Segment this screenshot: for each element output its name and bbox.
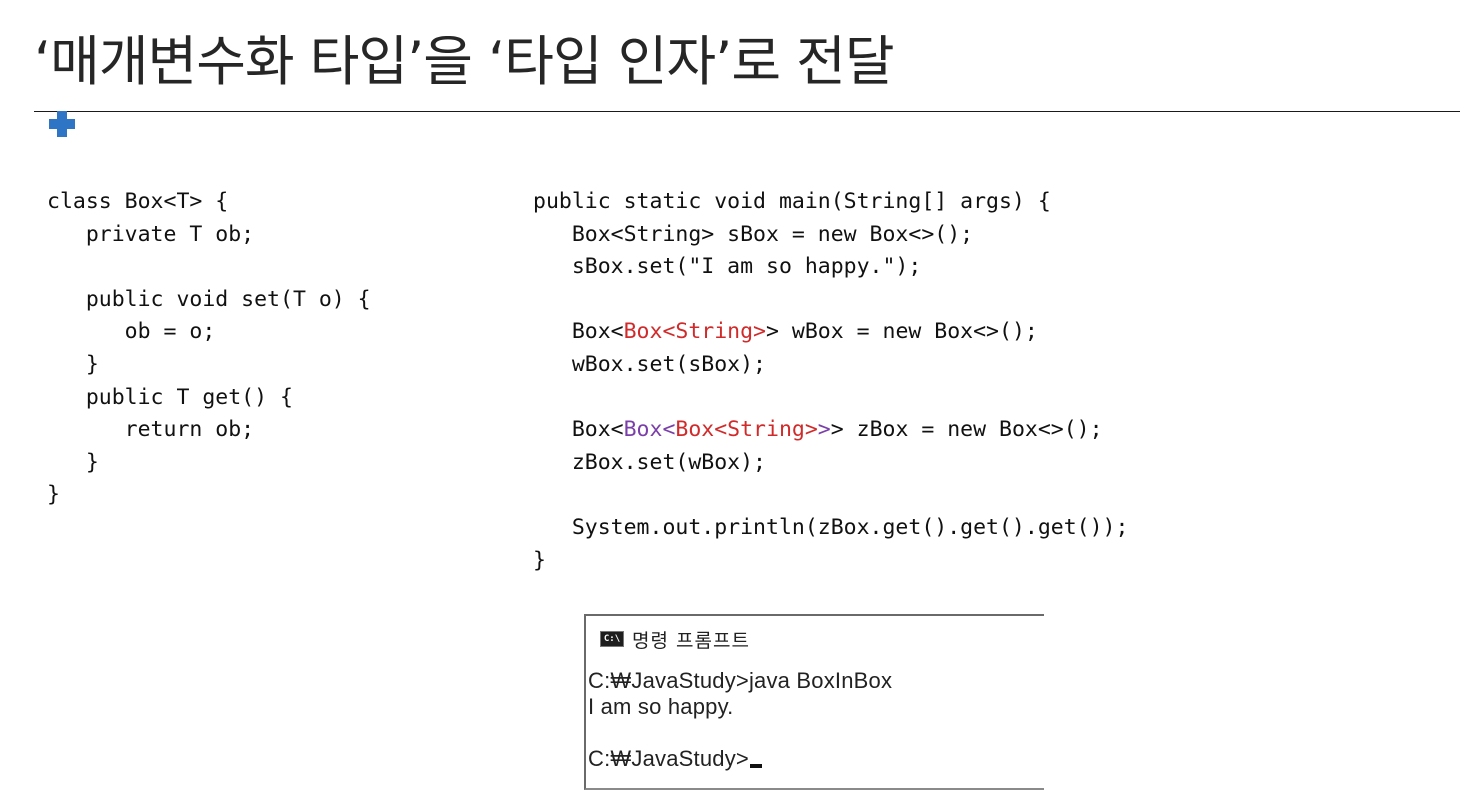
code-token: } bbox=[47, 449, 99, 475]
code-token: Box<String> sBox = new Box<>(); bbox=[533, 221, 974, 247]
code-token: public void set(T o) { bbox=[47, 286, 371, 312]
code-line: } bbox=[47, 349, 371, 382]
code-line: } bbox=[533, 545, 1128, 578]
code-line: public void set(T o) { bbox=[47, 284, 371, 317]
code-line: ob = o; bbox=[47, 316, 371, 349]
code-token-purple: Box< bbox=[623, 417, 676, 443]
code-line: return ob; bbox=[47, 414, 371, 447]
code-line: Box<String> sBox = new Box<>(); bbox=[533, 219, 1128, 252]
cmd-icon: C:\ bbox=[600, 631, 624, 647]
code-line: Box<Box<String>> wBox = new Box<>(); bbox=[533, 316, 1128, 349]
command-prompt-window: C:\ 명령 프롬프트 C:₩JavaStudy>java BoxInBox I … bbox=[584, 614, 1044, 790]
console-output: C:₩JavaStudy>java BoxInBox I am so happy.… bbox=[588, 668, 892, 772]
code-token: } bbox=[533, 547, 546, 573]
code-line: } bbox=[47, 479, 371, 512]
code-token: ob = o; bbox=[47, 319, 216, 345]
code-token: public T get() { bbox=[47, 384, 293, 410]
code-token-purple: > bbox=[817, 417, 831, 443]
code-line: public T get() { bbox=[47, 382, 371, 415]
title-underline bbox=[34, 111, 1460, 112]
code-token: private T ob; bbox=[47, 221, 255, 247]
code-token: public static void main(String[] args) { bbox=[533, 189, 1051, 214]
code-token: } bbox=[47, 351, 99, 377]
plus-bullet-icon bbox=[49, 111, 75, 137]
code-token: Box< bbox=[533, 417, 624, 443]
code-line: sBox.set("I am so happy."); bbox=[533, 251, 1128, 284]
console-cursor bbox=[749, 764, 762, 768]
code-token: zBox.set(wBox); bbox=[533, 449, 766, 475]
code-line: Box<Box<Box<String>>> zBox = new Box<>()… bbox=[533, 414, 1128, 447]
code-line: public static void main(String[] args) { bbox=[533, 186, 1128, 219]
code-token: wBox.set(sBox); bbox=[533, 351, 766, 377]
code-token: sBox.set("I am so happy."); bbox=[533, 254, 922, 280]
box-class-code: class Box<T> { private T ob; public void… bbox=[47, 186, 371, 512]
code-token: > wBox = new Box<>(); bbox=[766, 319, 1038, 345]
code-line: } bbox=[47, 447, 371, 480]
code-token: System.out.println(zBox.get().get().get(… bbox=[533, 514, 1129, 540]
console-line: C:₩JavaStudy>java BoxInBox bbox=[588, 668, 893, 693]
code-token: class Box<T> { bbox=[47, 189, 229, 214]
console-title: 명령 프롬프트 bbox=[632, 629, 750, 652]
code-line: private T ob; bbox=[47, 219, 371, 252]
code-token: > zBox = new Box<>(); bbox=[830, 417, 1103, 443]
code-token-red: Box<String> bbox=[623, 319, 766, 345]
code-token: Box< bbox=[533, 319, 624, 345]
code-line: System.out.println(zBox.get().get().get(… bbox=[533, 512, 1129, 545]
code-token: } bbox=[47, 482, 60, 508]
slide-title: ‘매개변수화 타입’을 ‘타입 인자’로 전달 bbox=[34, 30, 895, 93]
code-line: zBox.set(wBox); bbox=[533, 447, 1128, 480]
code-line: wBox.set(sBox); bbox=[533, 349, 1128, 382]
code-token: return ob; bbox=[47, 417, 255, 443]
console-titlebar: C:\ 명령 프롬프트 bbox=[600, 626, 750, 652]
code-line: class Box<T> { bbox=[47, 186, 371, 219]
main-method-code: public static void main(String[] args) {… bbox=[533, 186, 1128, 577]
console-line: I am so happy. bbox=[588, 694, 734, 719]
console-line: C:₩JavaStudy> bbox=[588, 746, 892, 772]
code-token-red: Box<String> bbox=[675, 417, 818, 443]
